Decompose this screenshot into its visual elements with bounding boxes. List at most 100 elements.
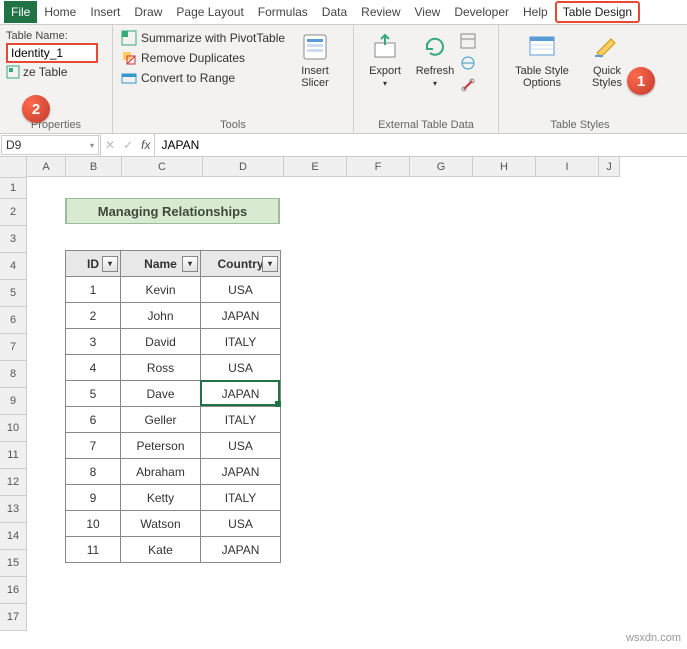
cell-country[interactable]: USA xyxy=(201,355,281,381)
row-header-1[interactable]: 1 xyxy=(0,178,27,199)
table-style-options-button[interactable]: Table Style Options xyxy=(505,29,579,91)
table-row[interactable]: 3DavidITALY xyxy=(66,329,281,355)
col-header-C[interactable]: C xyxy=(122,157,203,177)
name-box[interactable]: D9 ▾ xyxy=(1,135,99,155)
tab-formulas[interactable]: Formulas xyxy=(251,1,315,23)
convert-to-range-button[interactable]: Convert to Range xyxy=(119,69,289,87)
cell-id[interactable]: 6 xyxy=(66,407,121,433)
tab-view[interactable]: View xyxy=(408,1,448,23)
table-row[interactable]: 6GellerITALY xyxy=(66,407,281,433)
table-row[interactable]: 7PetersonUSA xyxy=(66,433,281,459)
header-name[interactable]: Name ▾ xyxy=(121,251,201,277)
fx-icon[interactable]: fx xyxy=(141,138,150,152)
row-header-9[interactable]: 9 xyxy=(0,388,27,415)
cell-name[interactable]: Kevin xyxy=(121,277,201,303)
table-row[interactable]: 5DaveJAPAN xyxy=(66,381,281,407)
tab-draw[interactable]: Draw xyxy=(127,1,169,23)
tab-developer[interactable]: Developer xyxy=(447,1,516,23)
tab-home[interactable]: Home xyxy=(37,1,83,23)
cell-country[interactable]: ITALY xyxy=(201,407,281,433)
enter-icon[interactable]: ✓ xyxy=(123,138,133,152)
row-header-7[interactable]: 7 xyxy=(0,334,27,361)
cell-country[interactable]: JAPAN xyxy=(201,459,281,485)
cell-country[interactable]: USA xyxy=(201,511,281,537)
row-header-15[interactable]: 15 xyxy=(0,550,27,577)
header-id[interactable]: ID ▾ xyxy=(66,251,121,277)
col-header-I[interactable]: I xyxy=(536,157,599,177)
row-header-14[interactable]: 14 xyxy=(0,523,27,550)
row-header-10[interactable]: 10 xyxy=(0,415,27,442)
col-header-D[interactable]: D xyxy=(203,157,284,177)
cell-name[interactable]: John xyxy=(121,303,201,329)
cell-id[interactable]: 2 xyxy=(66,303,121,329)
title-cell[interactable]: Managing Relationships xyxy=(65,198,280,224)
summarize-pivottable-button[interactable]: Summarize with PivotTable xyxy=(119,29,289,47)
row-header-16[interactable]: 16 xyxy=(0,577,27,604)
open-browser-icon[interactable] xyxy=(460,55,476,71)
insert-slicer-button[interactable]: Insert Slicer xyxy=(289,29,341,91)
resize-table-button[interactable]: ze Table xyxy=(6,65,106,79)
table-row[interactable]: 11KateJAPAN xyxy=(66,537,281,563)
cell-id[interactable]: 4 xyxy=(66,355,121,381)
cell-country[interactable]: JAPAN xyxy=(201,537,281,563)
row-header-12[interactable]: 12 xyxy=(0,469,27,496)
select-all-corner[interactable] xyxy=(0,157,27,178)
table-row[interactable]: 2JohnJAPAN xyxy=(66,303,281,329)
cell-id[interactable]: 7 xyxy=(66,433,121,459)
col-header-H[interactable]: H xyxy=(473,157,536,177)
cell-id[interactable]: 9 xyxy=(66,485,121,511)
formula-input[interactable] xyxy=(155,134,687,156)
cell-id[interactable]: 3 xyxy=(66,329,121,355)
cell-id[interactable]: 1 xyxy=(66,277,121,303)
cell-name[interactable]: Dave xyxy=(121,381,201,407)
col-header-B[interactable]: B xyxy=(66,157,122,177)
cell-country[interactable]: JAPAN xyxy=(201,303,281,329)
col-header-J[interactable]: J xyxy=(599,157,620,177)
cell-name[interactable]: Kate xyxy=(121,537,201,563)
tab-file[interactable]: File xyxy=(4,1,37,23)
cell-name[interactable]: Peterson xyxy=(121,433,201,459)
row-header-3[interactable]: 3 xyxy=(0,226,27,253)
unlink-icon[interactable] xyxy=(460,77,476,93)
filter-button-id[interactable]: ▾ xyxy=(102,256,118,272)
export-button[interactable]: Export ▾ xyxy=(360,29,410,93)
tab-help[interactable]: Help xyxy=(516,1,555,23)
col-header-E[interactable]: E xyxy=(284,157,347,177)
table-row[interactable]: 4RossUSA xyxy=(66,355,281,381)
row-header-13[interactable]: 13 xyxy=(0,496,27,523)
cell-country[interactable]: USA xyxy=(201,277,281,303)
cell-id[interactable]: 5 xyxy=(66,381,121,407)
table-row[interactable]: 8AbrahamJAPAN xyxy=(66,459,281,485)
refresh-button[interactable]: Refresh ▾ xyxy=(410,29,460,93)
col-header-F[interactable]: F xyxy=(347,157,410,177)
table-row[interactable]: 10WatsonUSA xyxy=(66,511,281,537)
col-header-A[interactable]: A xyxy=(27,157,66,177)
filter-button-country[interactable]: ▾ xyxy=(262,256,278,272)
row-header-5[interactable]: 5 xyxy=(0,280,27,307)
cell-name[interactable]: Watson xyxy=(121,511,201,537)
tab-data[interactable]: Data xyxy=(315,1,354,23)
tab-review[interactable]: Review xyxy=(354,1,407,23)
cell-name[interactable]: Ketty xyxy=(121,485,201,511)
row-header-4[interactable]: 4 xyxy=(0,253,27,280)
cells-area[interactable]: Managing Relationships ID ▾ Name ▾ xyxy=(27,178,687,649)
tab-table-design[interactable]: Table Design xyxy=(555,1,640,23)
worksheet-grid[interactable]: A B C D E F G H I J 1 2 3 4 5 6 7 8 9 10… xyxy=(0,157,687,649)
table-row[interactable]: 1KevinUSA xyxy=(66,277,281,303)
row-header-6[interactable]: 6 xyxy=(0,307,27,334)
tab-page-layout[interactable]: Page Layout xyxy=(169,1,250,23)
row-header-2[interactable]: 2 xyxy=(0,199,27,226)
cell-country[interactable]: USA xyxy=(201,433,281,459)
col-header-G[interactable]: G xyxy=(410,157,473,177)
cell-country[interactable]: JAPAN xyxy=(201,381,281,407)
cell-name[interactable]: Ross xyxy=(121,355,201,381)
cell-id[interactable]: 10 xyxy=(66,511,121,537)
tab-insert[interactable]: Insert xyxy=(83,1,127,23)
cell-id[interactable]: 8 xyxy=(66,459,121,485)
cell-name[interactable]: David xyxy=(121,329,201,355)
header-country[interactable]: Country ▾ xyxy=(201,251,281,277)
cell-name[interactable]: Geller xyxy=(121,407,201,433)
table-row[interactable]: 9KettyITALY xyxy=(66,485,281,511)
cell-id[interactable]: 11 xyxy=(66,537,121,563)
row-header-11[interactable]: 11 xyxy=(0,442,27,469)
